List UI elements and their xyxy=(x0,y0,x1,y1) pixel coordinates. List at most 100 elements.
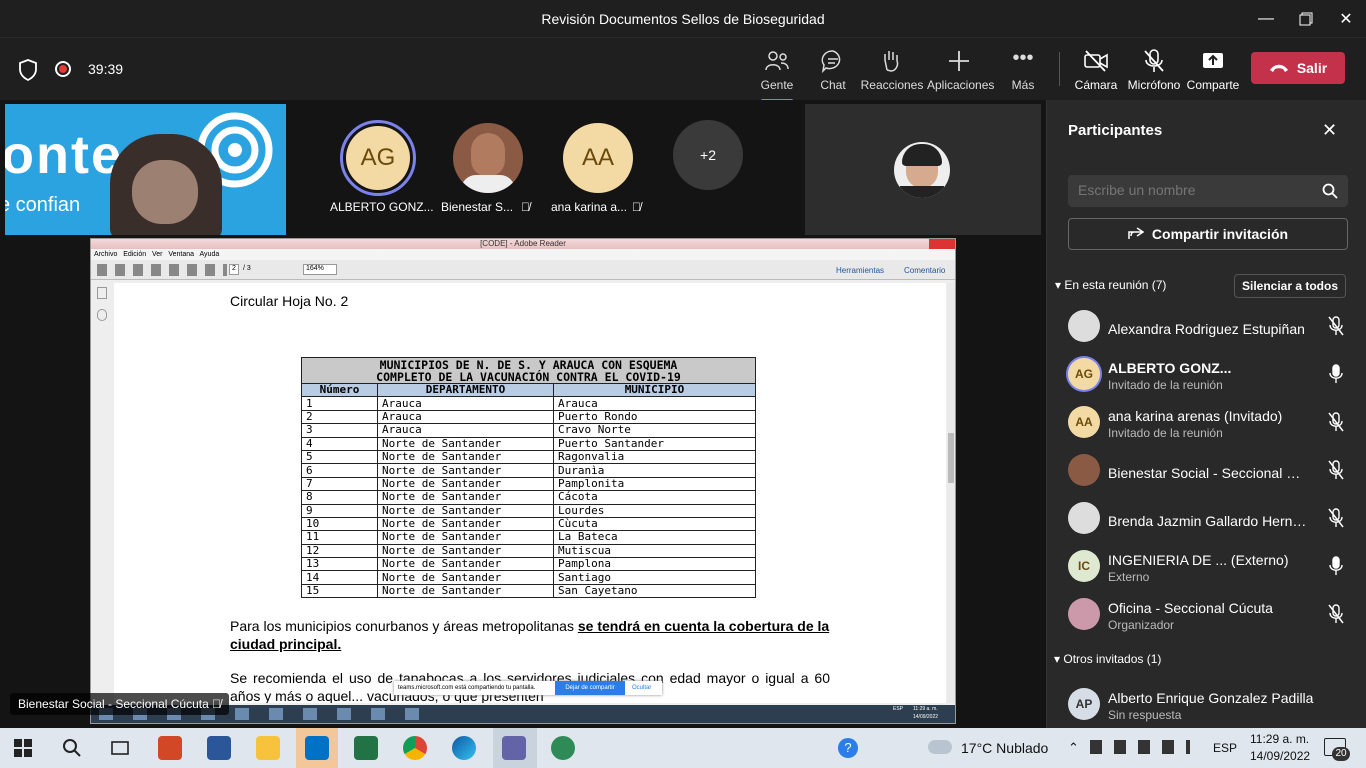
teams-icon[interactable] xyxy=(502,736,526,760)
search-box[interactable] xyxy=(1068,175,1348,207)
tile-name: ALBERTO GONZ... xyxy=(330,200,434,214)
tools-link[interactable]: Herramientas xyxy=(836,266,884,275)
attachment-icon[interactable] xyxy=(97,309,107,321)
reactions-label: Reacciones xyxy=(860,78,924,92)
participant-row[interactable]: AA ana karina arenas (Invitado) Invitado d… xyxy=(1062,406,1352,446)
table-row: 2 Arauca Puerto Rondo xyxy=(301,409,756,425)
share-message: teams.microsoft.com está compartiendo tu… xyxy=(398,685,536,691)
windows-start-icon[interactable] xyxy=(14,739,32,762)
task-view-icon[interactable] xyxy=(110,738,130,763)
zoom-select[interactable]: 164% xyxy=(303,264,337,275)
search-icon[interactable] xyxy=(62,738,82,763)
reactions-button[interactable]: Reacciones xyxy=(860,48,924,92)
others-section[interactable]: ▾ Otros invitados (1) xyxy=(1054,652,1161,666)
file-explorer-icon[interactable] xyxy=(256,736,280,760)
participant-row[interactable]: Brenda Jazmin Gallardo Hernan... xyxy=(1062,502,1352,542)
pdf-page: Circular Hoja No. 2 MUNICIPIOS DE N. DE … xyxy=(114,283,946,703)
table-cell: Norte de Santander xyxy=(377,490,554,505)
outlook-icon[interactable] xyxy=(305,736,329,760)
mic-icon[interactable] xyxy=(1328,364,1344,389)
mic-off-icon[interactable] xyxy=(1328,412,1344,437)
stop-sharing-button[interactable]: Dejar de compartir xyxy=(555,681,625,695)
language-indicator[interactable]: ESP xyxy=(1213,741,1237,755)
share-button[interactable]: Comparte xyxy=(1181,48,1245,92)
camera-button[interactable]: Cámara xyxy=(1064,48,1128,92)
table-cell: Cùcuta xyxy=(553,516,756,532)
maximize-button[interactable] xyxy=(1294,8,1318,30)
share-invite-button[interactable]: Compartir invitación xyxy=(1068,218,1348,250)
inner-date: 14/09/2022 xyxy=(913,714,939,720)
chrome-icon[interactable] xyxy=(403,736,427,760)
more-button[interactable]: ••• Más xyxy=(991,48,1055,92)
comment-link[interactable]: Comentario xyxy=(904,266,945,275)
clock-date[interactable]: 14/09/2022 xyxy=(1250,749,1310,763)
mic-off-icon[interactable] xyxy=(1328,508,1344,533)
self-video-tile[interactable] xyxy=(805,104,1041,235)
page-input[interactable]: 2 xyxy=(229,264,239,275)
weather-text[interactable]: 17°C Nublado xyxy=(961,740,1048,756)
pdf-toolbar: 2 / 3 164% Herramientas Comentario xyxy=(91,260,955,280)
powerpoint-icon[interactable] xyxy=(158,736,182,760)
participant-role: Organizador xyxy=(1108,618,1175,632)
menu-ayuda[interactable]: Ayuda xyxy=(200,251,220,258)
column-header: MUNICIPIO xyxy=(553,382,756,398)
table-cell: 2 xyxy=(301,409,378,425)
pdf-tool-icons[interactable] xyxy=(97,264,227,276)
chat-button[interactable]: Chat xyxy=(801,48,865,92)
share-label: Comparte xyxy=(1186,78,1240,92)
in-meeting-section[interactable]: ▾ En esta reunión (7) xyxy=(1055,278,1166,292)
help-icon[interactable]: ? xyxy=(838,738,858,758)
excel-icon[interactable] xyxy=(354,736,378,760)
meeting-toolbar: 39:39 Gente Chat Reacciones Aplicaciones… xyxy=(0,38,1366,102)
minimize-button[interactable]: — xyxy=(1254,8,1278,30)
search-input[interactable] xyxy=(1078,182,1308,198)
word-icon[interactable] xyxy=(207,736,231,760)
avatar-tile-ana[interactable]: AA xyxy=(563,123,633,193)
menu-edicion[interactable]: Edición xyxy=(123,251,146,258)
participant-row[interactable]: Oficina - Seccional Cúcuta Organizador xyxy=(1062,598,1352,638)
participant-row[interactable]: AG ALBERTO GONZ... Invitado de la reunión xyxy=(1062,358,1352,398)
mute-all-button[interactable]: Silenciar a todos xyxy=(1234,274,1346,298)
edge-icon[interactable] xyxy=(452,736,476,760)
tray-icons[interactable] xyxy=(1090,740,1190,754)
table-row: 3 Arauca Cravo Norte xyxy=(301,423,756,438)
clock-time[interactable]: 11:29 a. m. xyxy=(1250,732,1309,746)
more-label: Más xyxy=(1011,78,1035,92)
avatar-tile-alberto[interactable]: AG xyxy=(340,120,416,196)
leave-button[interactable]: Salir xyxy=(1251,52,1345,84)
video-tile[interactable]: ontec e confian xyxy=(5,104,286,235)
table-cell: Norte de Santander xyxy=(377,476,554,492)
participant-name: ana karina arenas (Invitado) xyxy=(1108,408,1283,424)
pdf-scrollbar[interactable] xyxy=(947,283,955,703)
hide-button[interactable]: Ocultar xyxy=(632,681,651,695)
close-panel-button[interactable]: ✕ xyxy=(1322,120,1337,141)
people-button[interactable]: Gente xyxy=(745,48,809,102)
menu-archivo[interactable]: Archivo xyxy=(94,251,117,258)
participant-row[interactable]: Bienestar Social - Seccional Cúc... xyxy=(1062,454,1352,494)
menu-ventana[interactable]: Ventana xyxy=(168,251,194,258)
tray-chevron-icon[interactable]: ⌃ xyxy=(1068,740,1079,756)
mic-button[interactable]: Micrófono xyxy=(1122,48,1186,92)
participant-row[interactable]: Alexandra Rodriguez Estupiñan xyxy=(1062,310,1352,350)
more-participants-tile[interactable]: +2 xyxy=(673,120,743,190)
apps-label: Aplicaciones xyxy=(927,78,995,92)
mic-off-icon[interactable] xyxy=(1328,460,1344,485)
mic-icon[interactable] xyxy=(1328,556,1344,581)
apps-button[interactable]: Aplicaciones xyxy=(927,48,995,92)
meeting-timer: 39:39 xyxy=(88,61,124,77)
pdf-menu: Archivo Edición Ver Ventana Ayuda xyxy=(91,249,955,260)
mic-off-icon[interactable] xyxy=(1328,316,1344,341)
chat-icon xyxy=(801,48,865,74)
search-icon[interactable] xyxy=(1322,183,1338,204)
pdf-close-button[interactable] xyxy=(929,239,955,249)
app-icon[interactable] xyxy=(551,736,575,760)
participant-row-invited[interactable]: AP Alberto Enrique Gonzalez Padilla Sin … xyxy=(1062,688,1352,728)
person-silhouette xyxy=(110,134,222,235)
participant-row[interactable]: IC INGENIERIA DE ... (Externo) Externo xyxy=(1062,550,1352,590)
menu-ver[interactable]: Ver xyxy=(152,251,163,258)
close-window-button[interactable]: ✕ xyxy=(1334,8,1358,30)
avatar-tile-bienestar[interactable] xyxy=(453,123,523,193)
avatar xyxy=(1068,502,1100,534)
pages-panel-icon[interactable] xyxy=(97,287,107,299)
mic-off-icon[interactable] xyxy=(1328,604,1344,629)
